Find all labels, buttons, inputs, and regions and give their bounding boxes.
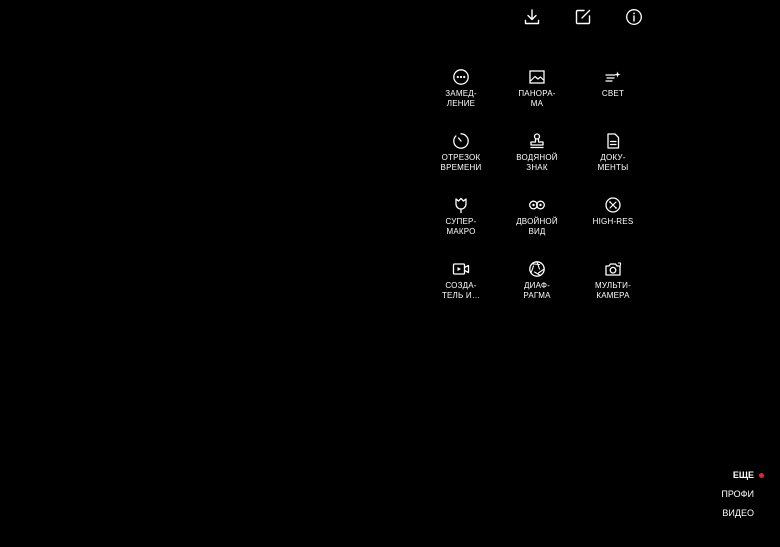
mode-aperture[interactable]: ДИАФ- РАГМА [499, 260, 575, 316]
mode-label: ДВОЙНОЙ ВИД [516, 217, 558, 236]
mode-label: HIGH-RES [592, 217, 634, 226]
menu-item-label: ВИДЕО [722, 508, 754, 518]
light-icon [604, 68, 622, 86]
mode-time-lapse[interactable]: ОТРЕЗОК ВРЕМЕНИ [423, 132, 499, 188]
info-icon [626, 9, 642, 25]
mode-label: МУЛЬТИ- КАМЕРА [595, 281, 631, 300]
high-res-icon [604, 196, 622, 214]
mode-light[interactable]: СВЕТ [575, 68, 651, 124]
menu-item-label: ЕЩЕ [732, 470, 754, 480]
edit-icon [575, 9, 591, 25]
mode-label: ДОКУ- МЕНТЫ [597, 153, 629, 172]
mode-dual-view[interactable]: ДВОЙНОЙ ВИД [499, 196, 575, 252]
active-indicator-dot [759, 473, 764, 478]
menu-item-label: ПРОФИ [721, 489, 754, 499]
info-button[interactable] [625, 8, 643, 26]
dual-view-icon [528, 196, 546, 214]
menu-item-pro[interactable]: ПРОФИ [682, 485, 762, 504]
camera-mode-menu: ЕЩЕ ПРОФИ ВИДЕО [682, 466, 764, 523]
edit-button[interactable] [574, 8, 592, 26]
menu-item-video[interactable]: ВИДЕО [682, 504, 762, 523]
mode-label: СОЗДА- ТЕЛЬ И… [441, 281, 481, 300]
mode-watermark[interactable]: ВОДЯНОЙ ЗНАК [499, 132, 575, 188]
menu-item-more[interactable]: ЕЩЕ [682, 466, 764, 485]
mode-multi-camera[interactable]: МУЛЬТИ- КАМЕРА [575, 260, 651, 316]
slow-motion-icon [452, 68, 470, 86]
watermark-icon [528, 132, 546, 150]
document-icon [604, 132, 622, 150]
mode-label: ДИАФ- РАГМА [523, 281, 551, 300]
mode-panorama[interactable]: ПАНОРА- МА [499, 68, 575, 124]
multi-camera-icon [604, 260, 622, 278]
mode-label: ОТРЕЗОК ВРЕМЕНИ [440, 153, 482, 172]
mode-video-creator[interactable]: СОЗДА- ТЕЛЬ И… [423, 260, 499, 316]
download-icon [524, 9, 540, 25]
mode-label: ВОДЯНОЙ ЗНАК [516, 153, 558, 172]
mode-label: СВЕТ [601, 89, 625, 98]
top-toolbar [518, 8, 652, 28]
mode-documents[interactable]: ДОКУ- МЕНТЫ [575, 132, 651, 188]
mode-slow-motion[interactable]: ЗАМЕД- ЛЕНИЕ [423, 68, 499, 124]
mode-super-macro[interactable]: СУПЕР- МАКРО [423, 196, 499, 252]
video-creator-icon [452, 260, 470, 278]
panorama-icon [528, 68, 546, 86]
time-lapse-icon [452, 132, 470, 150]
mode-label: ПАНОРА- МА [518, 89, 556, 108]
mode-label: ЗАМЕД- ЛЕНИЕ [445, 89, 477, 108]
mode-high-res[interactable]: HIGH-RES [575, 196, 651, 252]
aperture-icon [528, 260, 546, 278]
macro-flower-icon [452, 196, 470, 214]
mode-label: СУПЕР- МАКРО [445, 217, 477, 236]
download-button[interactable] [523, 8, 541, 26]
